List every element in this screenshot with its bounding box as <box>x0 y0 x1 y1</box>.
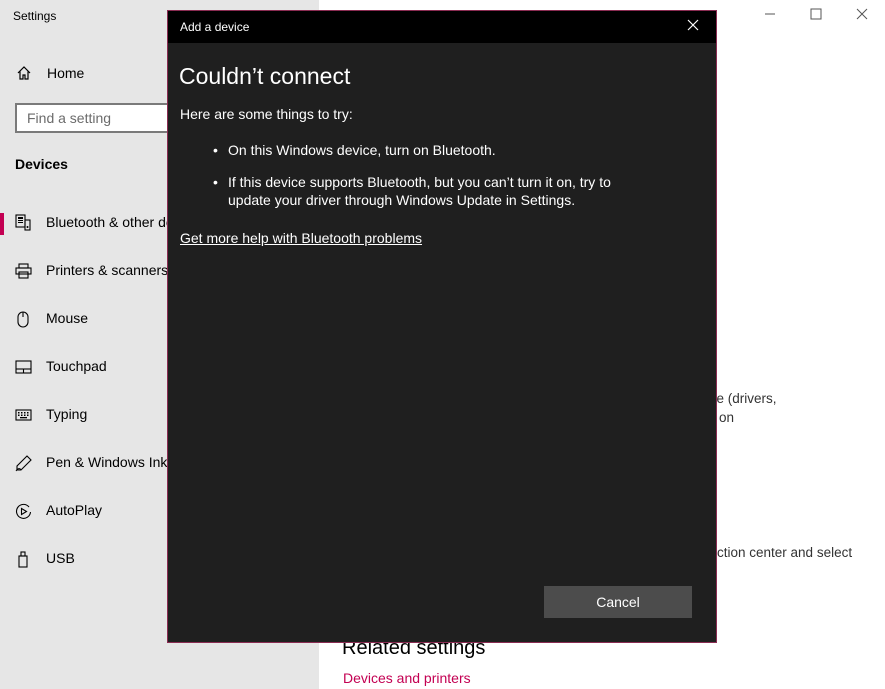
sidebar-item-label: Printers & scanners <box>46 262 169 278</box>
mouse-icon <box>14 310 32 328</box>
add-device-dialog: Add a device Couldn’t connect Here are s… <box>167 10 717 643</box>
description-fragment: re (drivers, <box>712 391 777 406</box>
indicator <box>0 453 4 475</box>
home-label: Home <box>47 65 85 81</box>
indicator <box>0 357 4 379</box>
indicator <box>0 549 4 571</box>
maximize-button[interactable] <box>793 0 839 32</box>
indicator <box>0 261 4 283</box>
devices-and-printers-link[interactable]: Devices and printers <box>343 670 471 686</box>
sidebar-item-label: AutoPlay <box>46 502 103 518</box>
window-controls <box>747 0 885 32</box>
close-button[interactable] <box>839 0 885 32</box>
home-icon <box>15 64 33 82</box>
indicator <box>0 405 4 427</box>
description-fragment: on <box>719 410 735 425</box>
minimize-icon <box>764 7 776 25</box>
sidebar-item-label: Mouse <box>46 310 89 326</box>
keyboard-icon <box>14 406 32 424</box>
home-nav-item[interactable]: Home <box>15 62 84 84</box>
dialog-close-button[interactable] <box>670 11 716 43</box>
usb-icon <box>14 550 32 568</box>
dialog-intro: Here are some things to try: <box>180 106 353 122</box>
tips-list: On this Windows device, turn on Bluetoot… <box>213 141 633 223</box>
printer-icon <box>14 262 32 280</box>
active-indicator <box>0 213 4 235</box>
sidebar-item-label: USB <box>46 550 75 566</box>
tip-item: On this Windows device, turn on Bluetoot… <box>213 141 633 159</box>
touchpad-icon <box>14 358 32 376</box>
bluetooth-devices-icon <box>14 214 32 232</box>
minimize-button[interactable] <box>747 0 793 32</box>
sidebar-item-label: Touchpad <box>46 358 107 374</box>
autoplay-icon <box>14 502 32 520</box>
pen-icon <box>14 454 32 472</box>
dialog-heading: Couldn’t connect <box>179 63 351 89</box>
sidebar-item-label: Typing <box>46 406 88 422</box>
close-icon <box>687 18 699 36</box>
indicator <box>0 309 4 331</box>
maximize-icon <box>810 7 822 25</box>
close-icon <box>856 7 868 25</box>
search-placeholder: Find a setting <box>27 110 112 126</box>
dialog-title: Add a device <box>180 20 250 34</box>
app-title: Settings <box>13 9 57 23</box>
cancel-button[interactable]: Cancel <box>544 586 692 618</box>
description-fragment: ction center and select <box>717 545 853 560</box>
indicator <box>0 501 4 523</box>
dialog-titlebar: Add a device <box>168 11 716 43</box>
section-title: Devices <box>15 156 68 172</box>
sidebar-item-label: Pen & Windows Ink <box>46 454 168 470</box>
bluetooth-help-link[interactable]: Get more help with Bluetooth problems <box>180 230 422 246</box>
tip-item: If this device supports Bluetooth, but y… <box>213 173 633 209</box>
